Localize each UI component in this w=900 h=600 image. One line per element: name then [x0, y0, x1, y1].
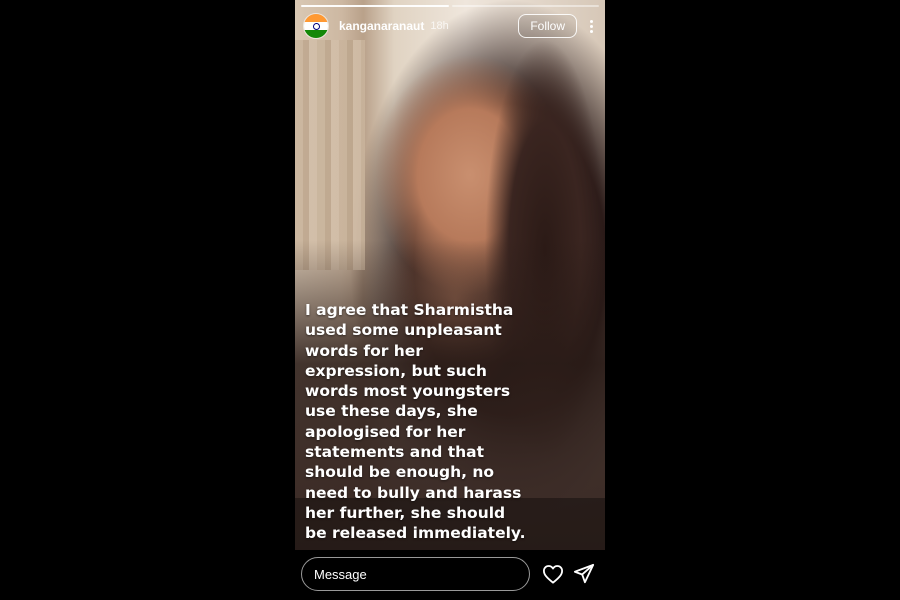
story-header: kanganaranaut 18h Follow: [303, 13, 599, 39]
progress-segment: [301, 5, 449, 7]
send-icon[interactable]: [573, 563, 595, 585]
india-flag-avatar[interactable]: [303, 13, 329, 39]
more-vertical-icon[interactable]: [583, 16, 599, 36]
heart-icon[interactable]: [542, 564, 564, 584]
background-curtain: [295, 40, 365, 270]
username[interactable]: kanganaranaut: [339, 19, 424, 33]
post-time: 18h: [430, 20, 449, 32]
reply-bar: [295, 550, 605, 600]
story-viewer[interactable]: kanganaranaut 18h Follow I agree that Sh…: [295, 0, 605, 600]
follow-button[interactable]: Follow: [518, 14, 577, 38]
story-caption: I agree that Sharmistha used some unplea…: [305, 301, 526, 543]
progress-segment: [451, 5, 599, 7]
story-progress-bar: [301, 5, 599, 7]
message-input[interactable]: [301, 557, 530, 591]
